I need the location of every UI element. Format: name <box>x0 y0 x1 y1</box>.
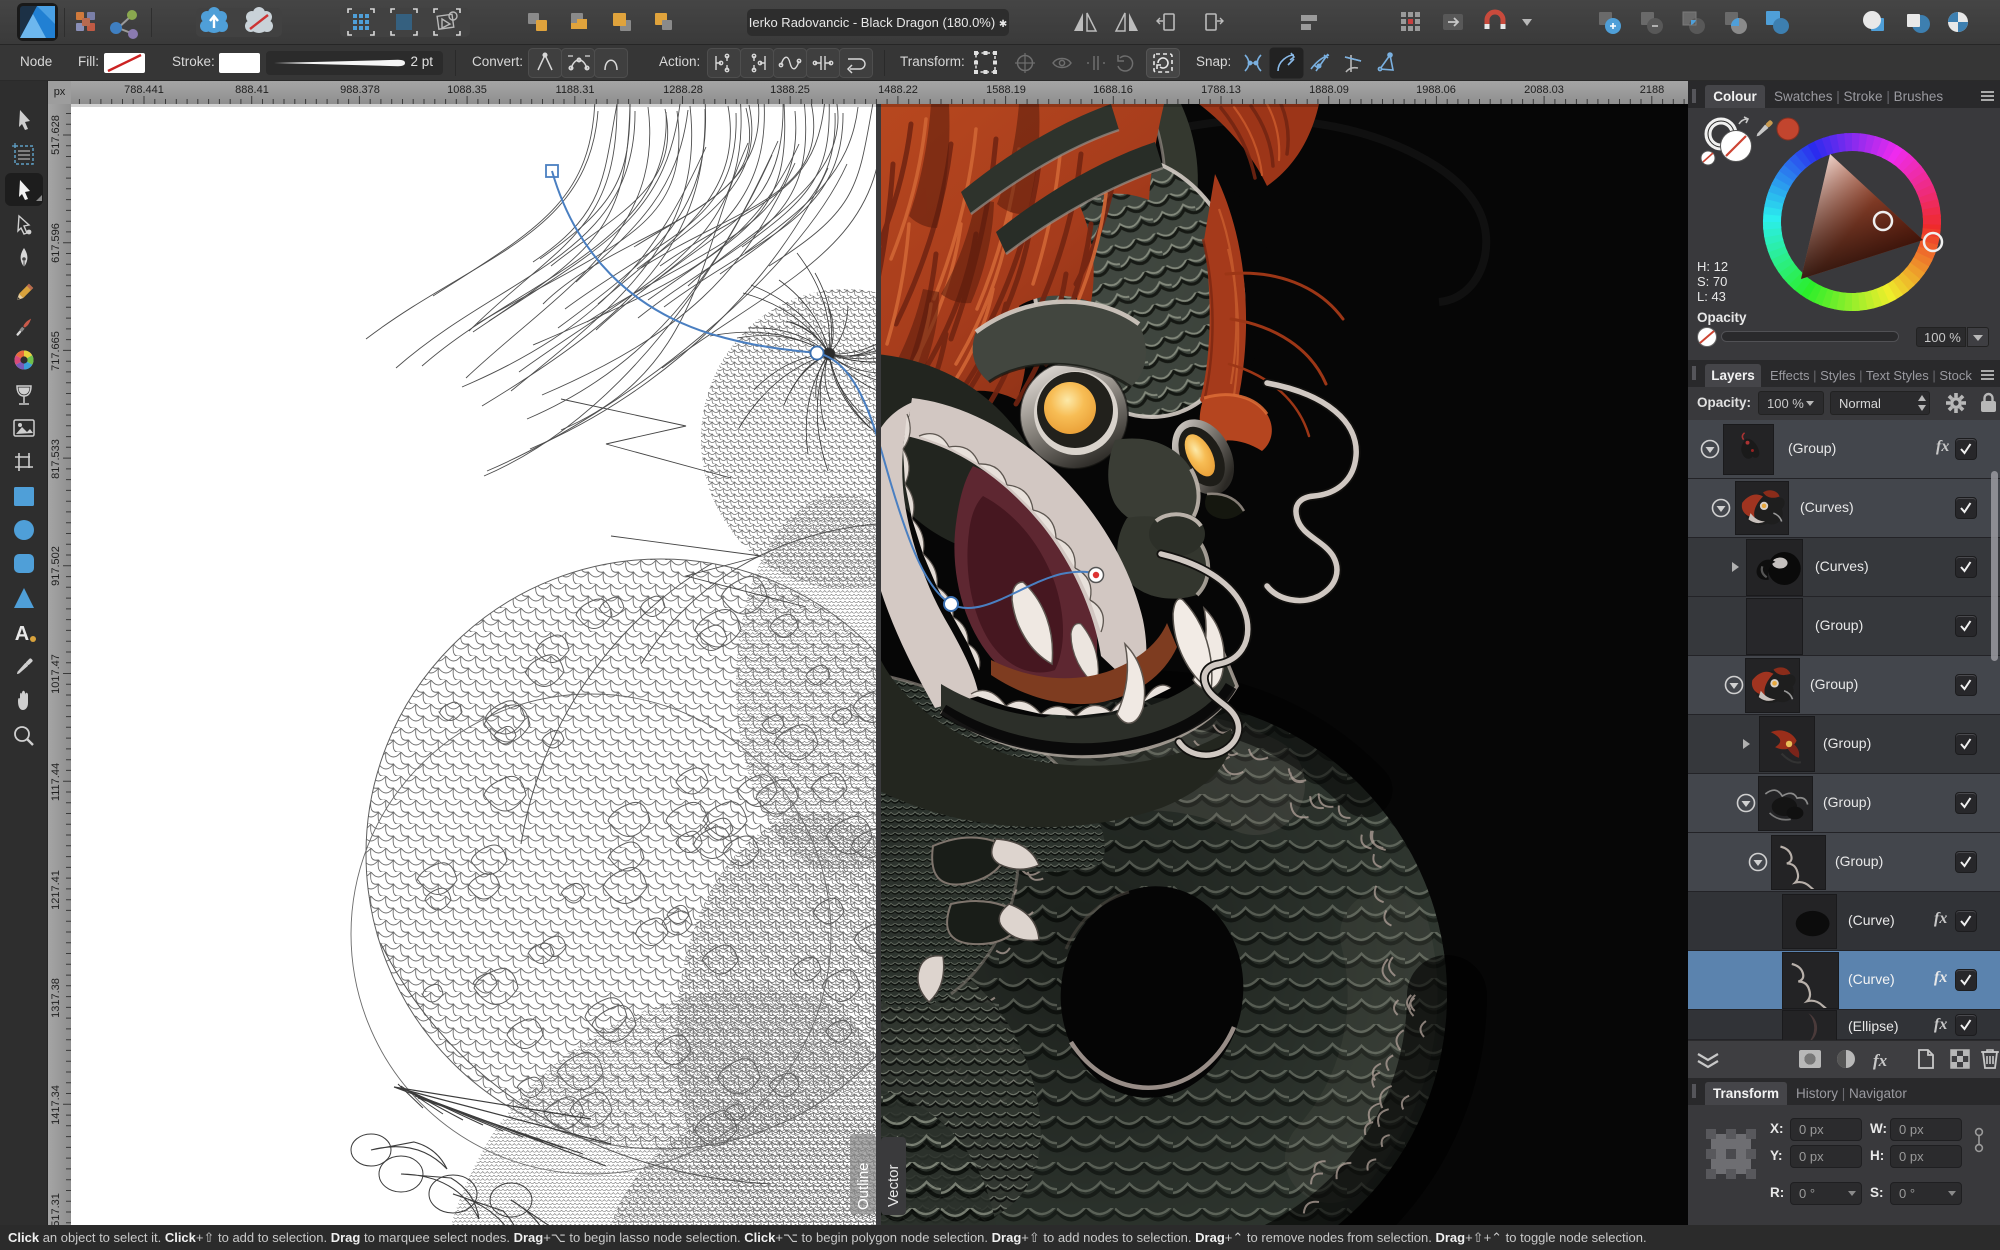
svg-text:2188: 2188 <box>1640 84 1664 96</box>
svg-text:1788.13: 1788.13 <box>1201 84 1241 96</box>
svg-text:1317.38: 1317.38 <box>50 978 62 1018</box>
svg-text:Outline: Outline <box>855 1162 872 1210</box>
svg-text:717.665: 717.665 <box>50 331 62 371</box>
svg-text:1417.34: 1417.34 <box>50 1085 62 1125</box>
svg-text:1188.31: 1188.31 <box>556 84 595 96</box>
svg-text:1888.09: 1888.09 <box>1309 84 1349 96</box>
svg-text:517.628: 517.628 <box>50 115 62 155</box>
svg-text:1988.06: 1988.06 <box>1416 84 1456 96</box>
svg-text:A: A <box>15 623 29 645</box>
svg-text:1017.47: 1017.47 <box>50 654 62 694</box>
svg-text:1488.22: 1488.22 <box>878 84 918 96</box>
svg-text:1117.44: 1117.44 <box>50 763 62 801</box>
svg-text:817.533: 817.533 <box>50 439 62 479</box>
svg-text:1588.19: 1588.19 <box>986 84 1026 96</box>
svg-text:917.502: 917.502 <box>50 546 62 586</box>
svg-text:1517.31: 1517.31 <box>50 1193 62 1225</box>
svg-text:fx: fx <box>1873 1051 1888 1070</box>
svg-text:1088.35: 1088.35 <box>447 84 487 96</box>
svg-text:2088.03: 2088.03 <box>1524 84 1564 96</box>
svg-text:988.378: 988.378 <box>340 84 380 96</box>
svg-text:Vector: Vector <box>885 1164 902 1207</box>
svg-text:1217.41: 1217.41 <box>50 870 62 910</box>
svg-text:788.441: 788.441 <box>124 84 164 96</box>
svg-text:1688.16: 1688.16 <box>1093 84 1133 96</box>
svg-text:1288.28: 1288.28 <box>663 84 703 96</box>
svg-text:888.41: 888.41 <box>235 84 269 96</box>
svg-text:1388.25: 1388.25 <box>770 84 810 96</box>
svg-text:617.596: 617.596 <box>50 223 62 263</box>
